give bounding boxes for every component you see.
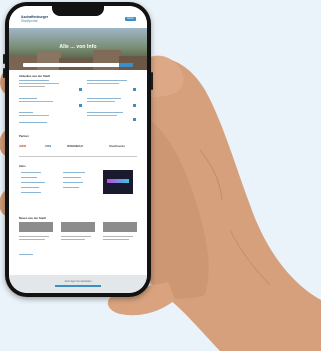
news-arrow-icon[interactable]	[79, 104, 82, 107]
site-footer: Jetzt App herunterladen	[9, 275, 147, 293]
blog-text	[19, 239, 45, 240]
hero-title: Alle ... von Info	[59, 44, 97, 50]
info-section: Infos	[19, 164, 137, 208]
info-link[interactable]	[21, 182, 45, 183]
news-link[interactable]	[87, 112, 123, 113]
search-input[interactable]	[23, 63, 133, 67]
blog-text	[103, 239, 129, 240]
blog-section: Neues aus der Stadt	[19, 216, 137, 266]
info-link[interactable]	[21, 187, 39, 188]
blog-title: Neues aus der Stadt	[19, 216, 46, 220]
info-title: Infos	[19, 164, 26, 168]
news-link[interactable]	[87, 98, 121, 99]
partner-logo[interactable]: Stadtwerke	[109, 144, 125, 148]
news-arrow-icon[interactable]	[133, 118, 136, 121]
blog-card-image[interactable]	[61, 222, 95, 232]
partner-logo[interactable]: VHS	[45, 144, 51, 148]
news-text	[87, 115, 117, 116]
info-link[interactable]	[63, 182, 83, 183]
blog-card-image[interactable]	[19, 222, 53, 232]
info-link[interactable]	[21, 172, 41, 173]
hero-banner: Alle ... von Info	[9, 28, 147, 70]
news-text	[87, 83, 119, 84]
divider	[19, 156, 137, 157]
promo-image[interactable]	[103, 170, 133, 194]
info-link[interactable]	[21, 192, 41, 193]
news-link[interactable]	[19, 98, 37, 99]
logo-line2: Stadtportal	[21, 18, 38, 23]
blog-more-link[interactable]	[19, 254, 33, 255]
footer-button[interactable]	[55, 285, 101, 287]
news-link[interactable]	[19, 112, 33, 113]
news-text	[87, 101, 115, 102]
news-text	[19, 115, 49, 116]
news-section: Aktuelles aus der Stadt	[19, 74, 137, 130]
info-link[interactable]	[63, 187, 79, 188]
power-button	[151, 72, 153, 90]
news-arrow-icon[interactable]	[79, 88, 82, 91]
blog-card-image[interactable]	[103, 222, 137, 232]
partner-logo[interactable]: AWO	[19, 144, 26, 148]
partner-logo[interactable]: WOHNBAU	[67, 144, 83, 148]
news-arrow-icon[interactable]	[133, 104, 136, 107]
phone-screen: Aschaffenburger Stadtportal Menu Alle ..…	[9, 6, 147, 293]
partners-section: Partner AWO VHS WOHNBAU Stadtwerke	[19, 134, 137, 160]
search-button[interactable]	[119, 63, 133, 67]
news-arrow-icon[interactable]	[133, 88, 136, 91]
partners-title: Partner	[19, 134, 29, 138]
blog-text	[61, 239, 85, 240]
blog-text	[19, 236, 49, 237]
blog-text	[61, 236, 91, 237]
volume-up-button	[3, 54, 5, 64]
site-logo[interactable]: Aschaffenburger Stadtportal	[21, 15, 48, 23]
blog-text	[103, 236, 133, 237]
smartphone: Aschaffenburger Stadtportal Menu Alle ..…	[3, 2, 153, 297]
news-link[interactable]	[19, 80, 49, 81]
news-link[interactable]	[87, 80, 127, 81]
footer-text: Jetzt App herunterladen	[64, 280, 92, 283]
news-text	[19, 101, 53, 102]
phone-notch	[52, 6, 104, 16]
info-link[interactable]	[21, 177, 37, 178]
news-text	[19, 83, 59, 84]
news-text	[19, 86, 45, 87]
news-link[interactable]	[19, 122, 47, 123]
news-title: Aktuelles aus der Stadt	[19, 74, 50, 78]
info-link[interactable]	[63, 172, 85, 173]
info-link[interactable]	[63, 177, 81, 178]
volume-down-button	[3, 68, 5, 78]
menu-button[interactable]: Menu	[125, 17, 136, 21]
